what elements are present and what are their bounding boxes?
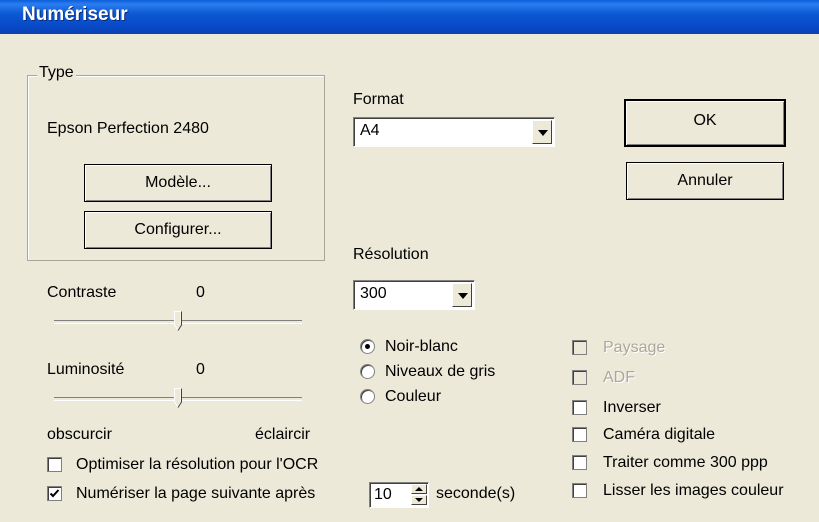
- lisser-couleur-checkbox[interactable]: [572, 483, 587, 498]
- traiter-300ppp-checkbox[interactable]: [572, 455, 587, 470]
- format-label: Format: [353, 91, 404, 108]
- ok-button[interactable]: OK: [624, 99, 786, 147]
- brightness-min-label: obscurcir: [47, 426, 112, 443]
- format-value: A4: [360, 122, 380, 139]
- cancel-button[interactable]: Annuler: [626, 162, 784, 200]
- brightness-label: Luminosité: [47, 361, 125, 378]
- contrast-value: 0: [196, 284, 205, 301]
- radio-couleur-label[interactable]: Couleur: [385, 388, 441, 406]
- radio-couleur[interactable]: [360, 389, 375, 404]
- next-page-label[interactable]: Numériser la page suivante après: [76, 485, 315, 503]
- title-bar[interactable]: Numériseur: [0, 0, 819, 34]
- radio-noir-blanc-label[interactable]: Noir-blanc: [385, 338, 458, 356]
- type-group-legend: Type: [37, 64, 76, 82]
- ocr-label[interactable]: Optimiser la résolution pour l'OCR: [76, 456, 318, 474]
- ok-button-label: OK: [693, 112, 717, 129]
- inverser-label[interactable]: Inverser: [603, 399, 661, 417]
- next-page-checkbox[interactable]: [47, 486, 62, 501]
- traiter-300ppp-label[interactable]: Traiter comme 300 ppp: [603, 454, 768, 472]
- device-name: Epson Perfection 2480: [47, 120, 209, 137]
- format-select[interactable]: A4: [353, 117, 555, 147]
- brightness-slider-thumb[interactable]: [174, 388, 182, 408]
- seconds-spinner[interactable]: 10: [369, 482, 429, 508]
- paysage-checkbox: [572, 340, 587, 355]
- ocr-checkbox[interactable]: [47, 457, 62, 472]
- spin-down-icon[interactable]: [411, 495, 427, 505]
- resolution-select[interactable]: 300: [353, 280, 475, 310]
- checkmark-icon: [49, 489, 60, 498]
- brightness-value: 0: [196, 361, 205, 378]
- resolution-label: Résolution: [353, 246, 429, 263]
- adf-checkbox: [572, 370, 587, 385]
- paysage-label: Paysage: [603, 339, 666, 356]
- configure-button-label: Configurer...: [134, 221, 222, 238]
- resolution-dropdown-arrow-icon[interactable]: [452, 283, 472, 307]
- model-button[interactable]: Modèle...: [84, 164, 272, 202]
- configure-button[interactable]: Configurer...: [84, 211, 272, 249]
- model-button-label: Modèle...: [145, 174, 211, 191]
- lisser-couleur-label[interactable]: Lisser les images couleur: [603, 482, 784, 500]
- radio-niveaux-de-gris-label[interactable]: Niveaux de gris: [385, 363, 495, 381]
- window-title: Numériseur: [22, 4, 128, 25]
- contrast-label: Contraste: [47, 284, 117, 301]
- spin-up-icon[interactable]: [411, 484, 427, 494]
- brightness-max-label: éclaircir: [255, 426, 311, 443]
- adf-label: ADF: [603, 369, 635, 386]
- cancel-button-label: Annuler: [677, 172, 733, 189]
- seconds-unit-label: seconde(s): [436, 485, 516, 502]
- camera-digitale-checkbox[interactable]: [572, 427, 587, 442]
- inverser-checkbox[interactable]: [572, 400, 587, 415]
- camera-digitale-label[interactable]: Caméra digitale: [603, 426, 715, 444]
- scanner-dialog: Numériseur Type Epson Perfection 2480 Mo…: [0, 0, 819, 522]
- seconds-value[interactable]: 10: [374, 486, 392, 504]
- resolution-value: 300: [360, 285, 387, 302]
- contrast-slider-thumb[interactable]: [174, 311, 182, 331]
- radio-noir-blanc[interactable]: [360, 339, 375, 354]
- format-dropdown-arrow-icon[interactable]: [532, 120, 552, 144]
- radio-niveaux-de-gris[interactable]: [360, 364, 375, 379]
